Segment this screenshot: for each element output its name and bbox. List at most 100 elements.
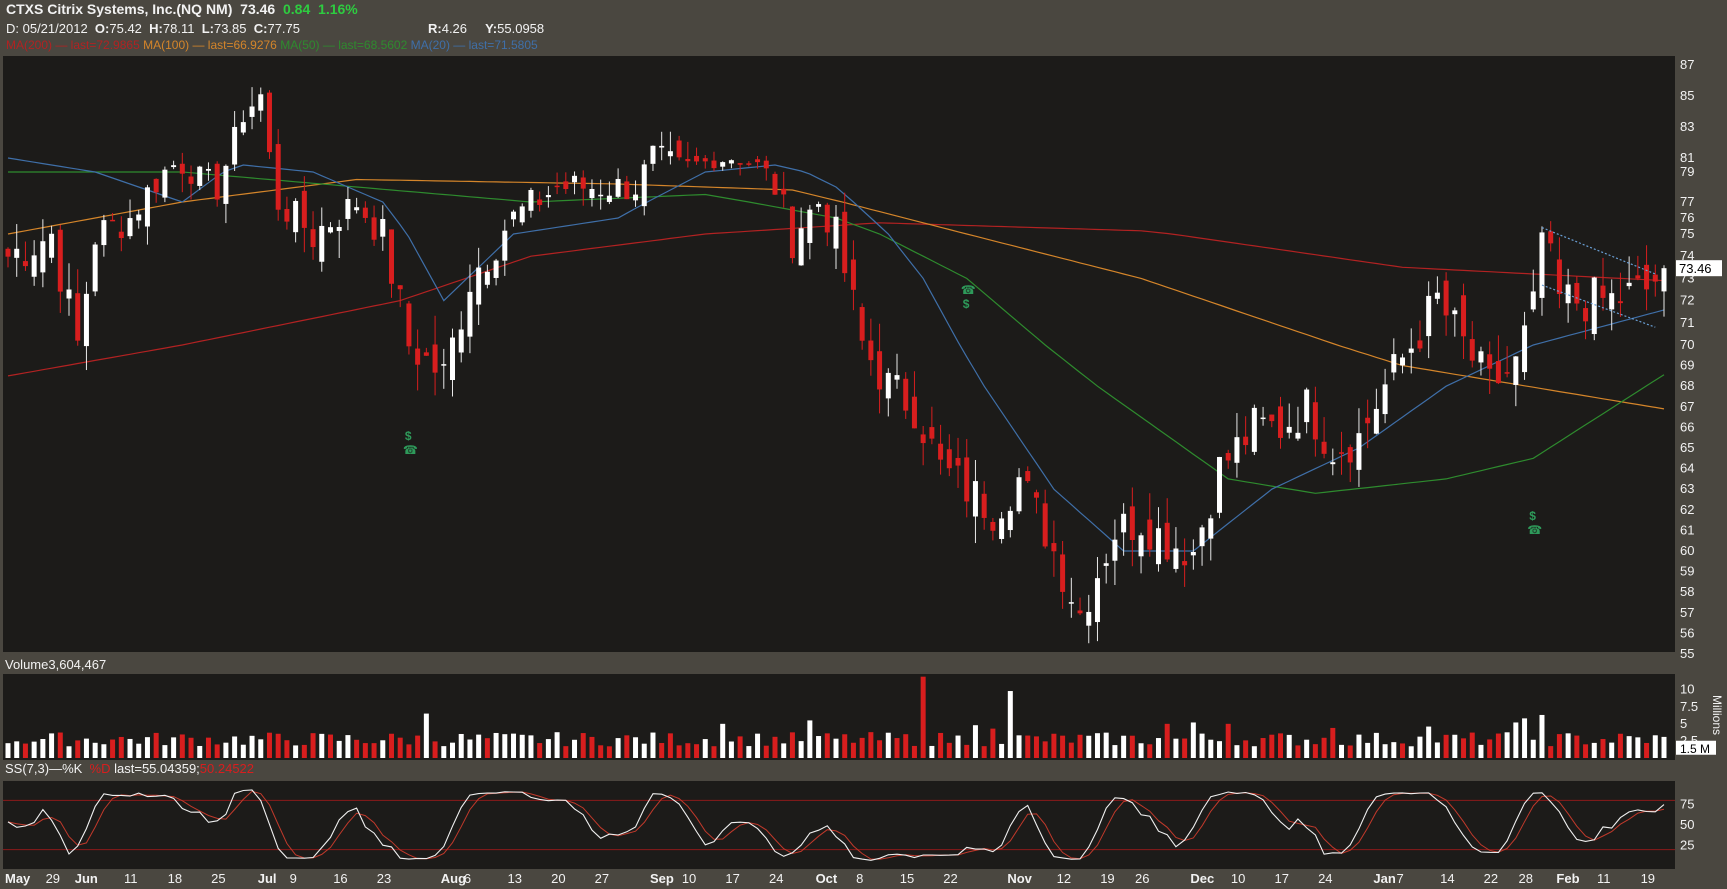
candle-body	[894, 375, 900, 380]
date-tick-label: 17	[1275, 871, 1289, 886]
candle-body	[354, 207, 360, 211]
volume-bar	[179, 734, 185, 758]
volume-bar	[1278, 733, 1284, 758]
candle-body	[275, 144, 281, 210]
date-tick-label: 11	[124, 871, 138, 886]
date-tick-label: Jun	[75, 871, 98, 886]
volume-bar	[40, 739, 46, 758]
candle-body	[746, 163, 752, 165]
volume-bar	[406, 744, 412, 758]
volume-bar	[502, 734, 508, 758]
price-tick-label: 62	[1680, 502, 1694, 517]
candle-body	[1452, 310, 1458, 315]
volume-bar	[432, 741, 438, 758]
candle-body	[1225, 453, 1231, 461]
candle-body	[938, 443, 944, 460]
candle-body	[345, 198, 351, 219]
volume-bar	[1609, 742, 1615, 758]
price-tick-label: 60	[1680, 543, 1694, 558]
conference-call-icon: ☎	[961, 283, 976, 297]
candle-body	[946, 449, 952, 469]
volume-bar	[232, 736, 238, 758]
candle-body	[301, 190, 307, 228]
volume-bar	[1138, 743, 1144, 758]
candle-body	[1539, 232, 1545, 298]
volume-bar	[972, 725, 978, 758]
volume-bar	[1434, 742, 1440, 758]
candle-body	[1269, 414, 1275, 422]
candle-body	[833, 216, 839, 249]
volume-bar	[57, 732, 63, 758]
price-tick-label: 69	[1680, 358, 1694, 373]
volume-bar	[1617, 733, 1623, 758]
volume-bar	[1103, 732, 1109, 758]
volume-bar	[624, 735, 630, 758]
volume-bar	[1652, 735, 1658, 758]
candle-body	[75, 293, 81, 341]
volume-bar	[493, 732, 499, 758]
volume-bar	[171, 737, 177, 758]
candle-body	[589, 189, 595, 199]
volume-bar	[885, 732, 891, 758]
candle-body	[650, 145, 656, 164]
volume-bar	[816, 736, 822, 758]
price-tick-label: 65	[1680, 440, 1694, 455]
date-tick-label: 24	[1318, 871, 1332, 886]
volume-bar	[772, 736, 778, 758]
candle-body	[1286, 426, 1292, 433]
candle-body	[467, 291, 473, 337]
candle-body	[1487, 354, 1493, 369]
volume-bar	[511, 733, 517, 758]
candle-body	[327, 227, 333, 233]
candle-body	[319, 225, 325, 262]
candle-body	[397, 285, 403, 290]
candle-body	[1086, 611, 1092, 626]
candle-body	[1321, 441, 1327, 454]
candle-body	[885, 372, 891, 399]
candle-body	[1182, 561, 1188, 566]
candle-body	[903, 378, 909, 411]
candle-body	[1339, 452, 1345, 454]
candle-body	[1635, 275, 1641, 279]
volume-bar	[720, 723, 726, 758]
candle-body	[694, 155, 700, 162]
conference-call-icon: ☎	[1527, 523, 1542, 537]
candle-body	[1365, 417, 1371, 424]
volume-bar	[589, 736, 595, 758]
volume-bar	[554, 732, 560, 758]
candle-body	[1278, 406, 1284, 438]
volume-tick-label: 7.5	[1680, 699, 1698, 714]
volume-bar	[31, 741, 37, 758]
volume-bar	[1269, 734, 1275, 758]
volume-bar	[650, 732, 656, 758]
volume-bar	[798, 741, 804, 758]
volume-bar	[127, 738, 133, 758]
volume-bar	[894, 738, 900, 758]
candle-body	[1478, 351, 1484, 363]
price-tick-label: 70	[1680, 337, 1694, 352]
candle-body	[1556, 259, 1562, 294]
stock-chart[interactable]: 5556575859606162636465666768697071727374…	[0, 0, 1727, 889]
candle-body	[284, 209, 290, 222]
volume-tick-label: 10	[1680, 682, 1694, 697]
candle-body	[572, 175, 578, 183]
date-tick-label: 25	[211, 871, 225, 886]
candle-body	[563, 181, 569, 190]
volume-bar	[1225, 723, 1231, 758]
volume-bar	[1626, 736, 1632, 758]
volume-bar	[929, 745, 935, 758]
volume-bar	[5, 743, 11, 758]
candle-body	[519, 206, 525, 223]
volume-bar	[354, 739, 360, 758]
candle-body	[266, 92, 272, 153]
date-tick-label: 18	[168, 871, 182, 886]
volume-bar	[1025, 735, 1031, 758]
volume-bar	[188, 737, 194, 758]
candle-body	[868, 340, 874, 361]
volume-bar	[667, 733, 673, 758]
volume-bar	[1094, 733, 1100, 758]
candle-body	[136, 214, 142, 221]
volume-bar	[266, 732, 272, 758]
candle-body	[807, 209, 813, 243]
candle-body	[1530, 291, 1536, 310]
